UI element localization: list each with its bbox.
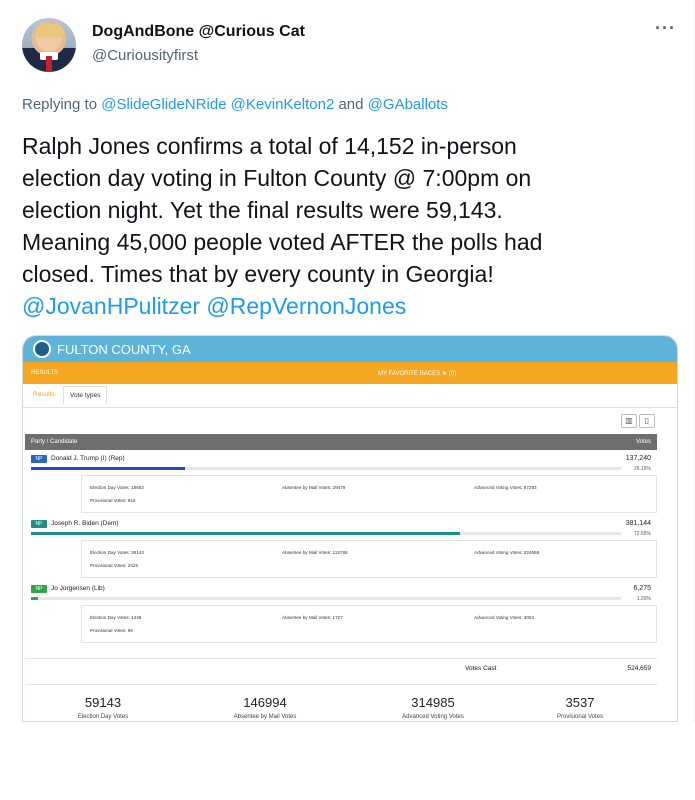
- tweet-text-line: election night. Yet the final results we…: [22, 197, 503, 223]
- summary-provisional: 3537 Provisional Votes: [520, 695, 640, 720]
- reply-prefix: Replying to: [22, 96, 102, 113]
- tweet-text-line: election day voting in Fulton County @ 7…: [22, 165, 532, 191]
- advanced-voting-votes: Advanced Voting Votes: 224688: [474, 550, 540, 555]
- party-badge: NP: [31, 585, 47, 593]
- candidate-percent: 72.65%: [634, 531, 651, 537]
- result-tabs: Results Vote types: [23, 384, 677, 408]
- reply-and: and: [334, 96, 368, 113]
- election-day-votes: Election Day Votes: 18652: [90, 485, 144, 490]
- provisional-votes: Provisional Votes: 916: [90, 498, 136, 503]
- summary-absentee: 146994 Absentee by Mail Votes: [205, 695, 325, 720]
- candidate-percent: 1.20%: [636, 596, 651, 602]
- party-badge: NP: [31, 520, 47, 528]
- vote-share-bar: [31, 532, 621, 535]
- absentee-votes: Absentee by Mail Votes: 115788: [282, 550, 348, 555]
- candidate-votes: 381,144: [625, 520, 651, 527]
- chart-view-icon: ▥: [621, 414, 637, 428]
- more-dots-icon[interactable]: ···: [655, 18, 676, 39]
- summary-label: Absentee by Mail Votes: [233, 714, 297, 720]
- county-header: FULTON COUNTY, GA: [23, 336, 677, 362]
- votes-cast-value: 524,659: [627, 665, 652, 672]
- text-mention[interactable]: @RepVernonJones: [206, 293, 406, 319]
- summary-value: 3537: [565, 695, 595, 710]
- candidate-name: Joseph R. Biden (Dem): [51, 520, 119, 527]
- election-day-votes: Election Day Votes: 38143: [90, 550, 144, 555]
- votes-cast-row: Votes Cast 524,659: [25, 658, 657, 676]
- tab-results: Results: [33, 391, 55, 398]
- summary-value: 146994: [243, 695, 287, 710]
- display-name[interactable]: DogAndBone @Curious Cat: [92, 23, 305, 41]
- candidate-name: Donald J. Trump (I) (Rep): [51, 455, 125, 462]
- tweet: DogAndBone @Curious Cat @Curiousityfirst…: [0, 0, 695, 722]
- header-party-candidate: Party / Candidate: [31, 439, 78, 445]
- table-header: Party / Candidate Votes: [25, 434, 657, 450]
- vote-share-fill: [31, 467, 186, 470]
- vote-type-breakdown: Election Day Votes: 18652 Provisional Vot…: [81, 475, 657, 513]
- vote-share-fill: [31, 532, 460, 535]
- candidate-votes: 137,240: [625, 455, 651, 462]
- summary-label: Advanced Voting Votes: [402, 714, 464, 720]
- results-link: RESULTS: [31, 370, 59, 376]
- avatar-tie: [46, 56, 52, 72]
- table-view-icon: ▯: [639, 414, 655, 428]
- absentee-votes: Absentee by Mail Votes: 1727: [282, 615, 343, 620]
- summary-value: 59143: [84, 695, 122, 710]
- provisional-votes: Provisional Votes: 2525: [90, 563, 139, 568]
- tab-vote-types: Vote types: [63, 386, 108, 405]
- tweet-text-line: closed. Times that by every county in Ge…: [22, 261, 494, 287]
- reply-mention[interactable]: @KevinKelton2: [231, 96, 335, 113]
- vote-share-bar: [31, 597, 621, 600]
- attached-image[interactable]: FULTON COUNTY, GA RESULTS MY FAVORITE RA…: [22, 335, 678, 722]
- vote-share-bar: [31, 467, 621, 470]
- text-mention[interactable]: @JovanHPulitzer: [22, 293, 200, 319]
- candidate-votes: 6,275: [633, 585, 651, 592]
- avatar[interactable]: [22, 18, 76, 72]
- results-nav: RESULTS MY FAVORITE RACES ★ (0): [23, 362, 677, 384]
- summary-advanced: 314985 Advanced Voting Votes: [373, 695, 493, 720]
- reply-mention[interactable]: @SlideGlideNRide: [101, 96, 226, 113]
- avatar-hair: [36, 24, 64, 38]
- county-name: FULTON COUNTY, GA: [57, 342, 191, 357]
- vote-type-summary: 59143 Election Day Votes 146994 Absentee…: [25, 684, 657, 721]
- vote-share-fill: [31, 597, 39, 600]
- favorite-races-link: MY FAVORITE RACES ★ (0): [378, 371, 457, 377]
- summary-label: Provisional Votes: [556, 714, 604, 720]
- absentee-votes: Absentee by Mail Votes: 29479: [282, 485, 346, 490]
- summary-election-day: 59143 Election Day Votes: [43, 695, 163, 720]
- tweet-text: Ralph Jones confirms a total of 14,152 i…: [22, 130, 662, 322]
- tweet-text-line: Meaning 45,000 people voted AFTER the po…: [22, 229, 543, 255]
- user-handle[interactable]: @Curiousityfirst: [92, 47, 198, 64]
- reply-mention[interactable]: @GAballots: [368, 96, 448, 113]
- header-votes: Votes: [635, 439, 651, 445]
- party-badge: NP: [31, 455, 47, 463]
- election-day-votes: Election Day Votes: 1448: [90, 615, 142, 620]
- provisional-votes: Provisional Votes: 96: [90, 628, 133, 633]
- candidate-percent: 26.16%: [634, 466, 651, 472]
- vote-type-breakdown: Election Day Votes: 38143 Provisional Vot…: [81, 540, 657, 578]
- summary-label: Election Day Votes: [77, 714, 129, 720]
- replying-to: Replying to @SlideGlideNRide @KevinKelto…: [22, 96, 448, 113]
- summary-value: 314985: [411, 695, 455, 710]
- vote-type-breakdown: Election Day Votes: 1448 Provisional Vote…: [81, 605, 657, 643]
- tweet-text-line: Ralph Jones confirms a total of 14,152 i…: [22, 133, 517, 159]
- tweet-mentions: @JovanHPulitzer @RepVernonJones: [22, 290, 662, 322]
- county-seal-icon: [33, 340, 51, 358]
- votes-cast-label: Votes Cast: [465, 665, 497, 672]
- advanced-voting-votes: Advanced Voting Votes: 3004: [474, 615, 535, 620]
- advanced-voting-votes: Advanced Voting Votes: 87293: [474, 485, 537, 490]
- candidate-name: Jo Jorgensen (Lib): [51, 585, 105, 592]
